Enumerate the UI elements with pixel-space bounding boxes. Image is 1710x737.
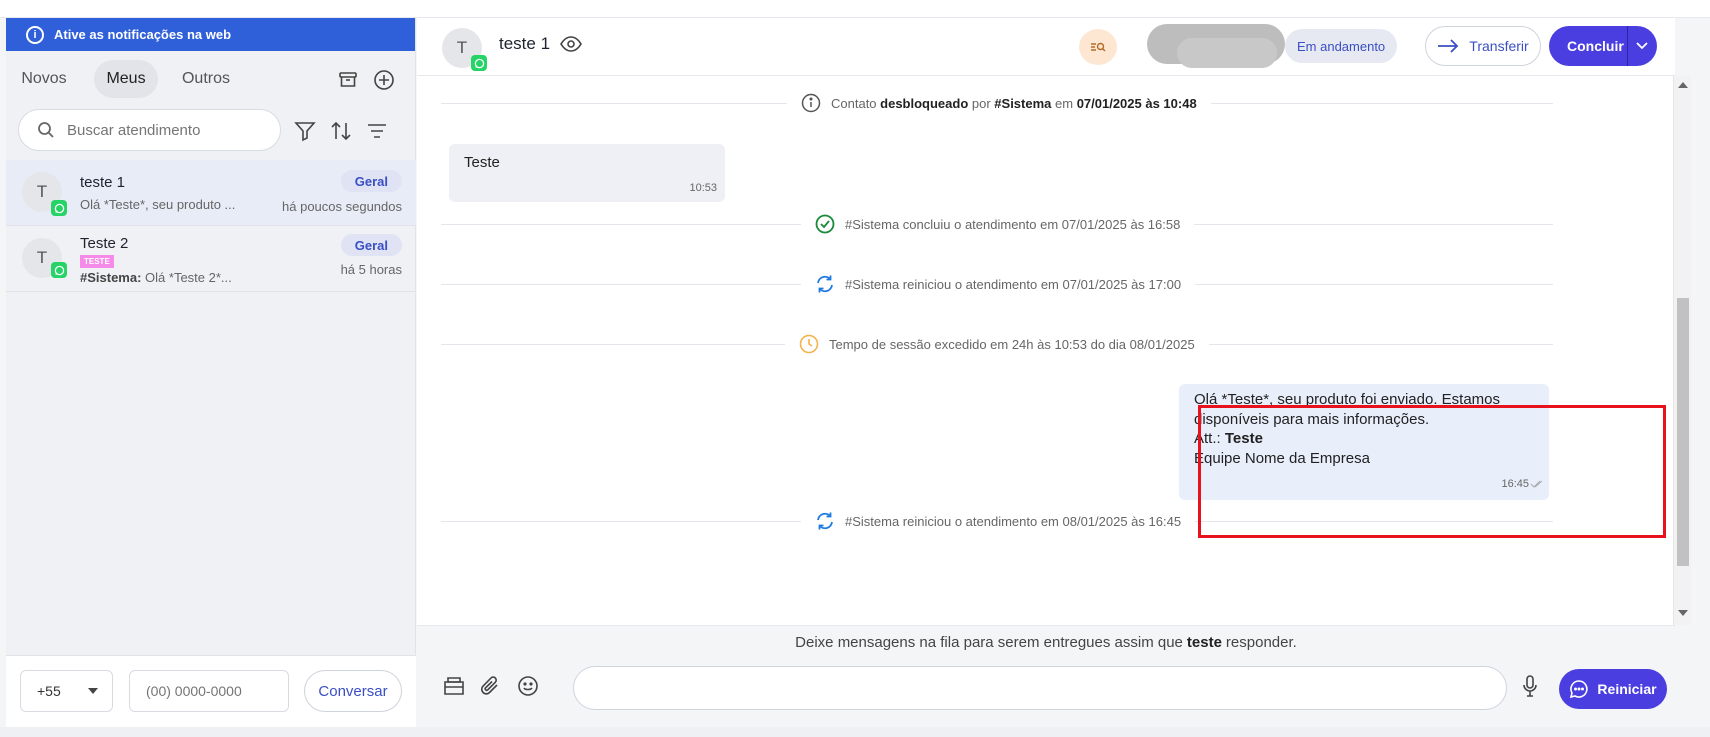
info-icon: i xyxy=(26,25,44,44)
tab-outros[interactable]: Outros xyxy=(174,60,238,98)
paperclip-icon[interactable] xyxy=(477,673,503,699)
search-icon xyxy=(38,122,54,138)
system-text: Contato desbloqueado por #Sistema em 07/… xyxy=(831,95,1197,111)
notification-banner[interactable]: i Ative as notificações na web xyxy=(6,18,415,51)
system-message: Contato desbloqueado por #Sistema em 07/… xyxy=(787,93,1211,113)
add-circle-icon[interactable] xyxy=(372,68,396,92)
concluir-label: Concluir xyxy=(1567,38,1624,54)
preview-sender: #Sistema: xyxy=(80,270,142,285)
conversation-name: teste 1 xyxy=(80,174,126,191)
message-input[interactable] xyxy=(573,666,1507,710)
whatsapp-icon xyxy=(51,262,67,278)
tab-novos[interactable]: Novos xyxy=(14,60,74,98)
emoji-icon[interactable] xyxy=(515,673,541,699)
concluir-button[interactable]: Concluir xyxy=(1549,26,1657,66)
contact-name: teste 1 xyxy=(499,34,551,53)
button-divider xyxy=(1627,26,1628,66)
info-icon xyxy=(801,93,821,113)
app-root: i Ative as notificações na web Novos Meu… xyxy=(0,0,1710,737)
composer: Reiniciar xyxy=(417,659,1675,727)
conversation-item[interactable]: T Teste 2 TESTE #Sistema: Olá *Teste 2*.… xyxy=(6,226,416,292)
message-time: 10:53 xyxy=(689,182,717,194)
conversation-time: há poucos segundos xyxy=(282,199,402,214)
conversation-time: há 5 horas xyxy=(340,262,402,277)
scroll-up-arrow[interactable] xyxy=(1678,82,1688,88)
country-code-select[interactable]: +55 xyxy=(20,670,113,712)
system-text: #Sistema reiniciou o atendimento em 08/0… xyxy=(845,513,1182,529)
conversation-preview: #Sistema: Olá *Teste 2*... xyxy=(80,270,232,285)
scrollbar[interactable] xyxy=(1673,76,1691,625)
system-text: #Sistema reiniciou o atendimento em 07/0… xyxy=(845,276,1182,292)
chat-header: T teste 1 Em andamento Transferir Conclu… xyxy=(417,18,1675,76)
chevron-down-icon[interactable] xyxy=(1635,38,1649,52)
queue-badge: Geral xyxy=(340,170,402,192)
phone-input[interactable] xyxy=(146,683,276,699)
conversation-item[interactable]: T teste 1 Olá *Teste*, seu produto ... G… xyxy=(6,160,416,226)
system-text: #Sistema concluiu o atendimento em 07/01… xyxy=(845,216,1181,232)
filter-icon[interactable] xyxy=(290,116,320,146)
system-message: #Sistema concluiu o atendimento em 07/01… xyxy=(801,214,1195,234)
banner-text: Ative as notificações na web xyxy=(54,27,232,42)
search-box[interactable] xyxy=(18,109,281,151)
sidebar: i Ative as notificações na web Novos Meu… xyxy=(6,18,416,727)
caret-down-icon xyxy=(88,688,98,694)
scroll-thumb[interactable] xyxy=(1677,298,1689,566)
whatsapp-icon xyxy=(471,55,487,71)
refresh-icon xyxy=(817,512,833,530)
tag-label: TESTE xyxy=(80,255,114,268)
scroll-down-arrow[interactable] xyxy=(1678,610,1688,616)
clock-icon xyxy=(799,334,819,354)
conversation-name: Teste 2 xyxy=(80,235,129,252)
sidebar-tabs: Novos Meus Outros xyxy=(6,60,416,100)
quick-replies-icon[interactable] xyxy=(441,673,467,699)
reiniciar-label: Reiniciar xyxy=(1597,681,1657,697)
status-badge: Em andamento xyxy=(1285,29,1398,63)
arrow-right-icon xyxy=(1438,39,1459,53)
conversar-button[interactable]: Conversar xyxy=(304,670,402,712)
check-circle-icon xyxy=(815,214,835,234)
system-text: Tempo de sessão excedido em 24h às 10:53… xyxy=(829,336,1195,352)
microphone-icon[interactable] xyxy=(1517,673,1543,699)
chat-bubble-icon xyxy=(1570,680,1589,699)
tab-meus[interactable]: Meus xyxy=(94,60,158,98)
queue-notice: Deixe mensagens na fila para serem entre… xyxy=(417,625,1675,659)
sort-icon[interactable] xyxy=(326,116,356,146)
search-messages-icon[interactable] xyxy=(1079,29,1117,65)
system-message: #Sistema reiniciou o atendimento em 07/0… xyxy=(801,274,1196,294)
phone-field[interactable] xyxy=(129,670,289,712)
highlight-box xyxy=(1198,405,1666,538)
redacted-area xyxy=(1177,38,1277,68)
refresh-icon xyxy=(817,275,833,293)
chat-panel: T teste 1 Em andamento Transferir Conclu… xyxy=(417,18,1691,727)
bottom-strip xyxy=(0,727,1710,737)
archive-icon[interactable] xyxy=(336,68,360,92)
incoming-message[interactable]: Teste 10:53 xyxy=(449,144,725,202)
transfer-label: Transferir xyxy=(1469,38,1529,54)
system-message: #Sistema reiniciou o atendimento em 08/0… xyxy=(801,511,1196,531)
queue-badge: Geral xyxy=(340,234,402,256)
top-strip xyxy=(0,0,1710,18)
reiniciar-button[interactable]: Reiniciar xyxy=(1559,669,1667,709)
country-code-value: +55 xyxy=(37,683,61,699)
system-message: Tempo de sessão excedido em 24h às 10:53… xyxy=(785,334,1209,354)
list-filter-icon[interactable] xyxy=(362,116,392,146)
whatsapp-icon xyxy=(51,200,67,216)
message-text: Teste xyxy=(464,154,500,171)
preview-text: Olá *Teste 2*... xyxy=(145,270,232,285)
message-list[interactable]: Contato desbloqueado por #Sistema em 07/… xyxy=(417,76,1675,625)
search-input[interactable] xyxy=(67,121,267,139)
conversation-preview: Olá *Teste*, seu produto ... xyxy=(80,197,236,212)
transfer-button[interactable]: Transferir xyxy=(1425,26,1541,66)
eye-icon[interactable] xyxy=(560,35,582,58)
new-conversation-bar: +55 Conversar xyxy=(6,655,416,727)
